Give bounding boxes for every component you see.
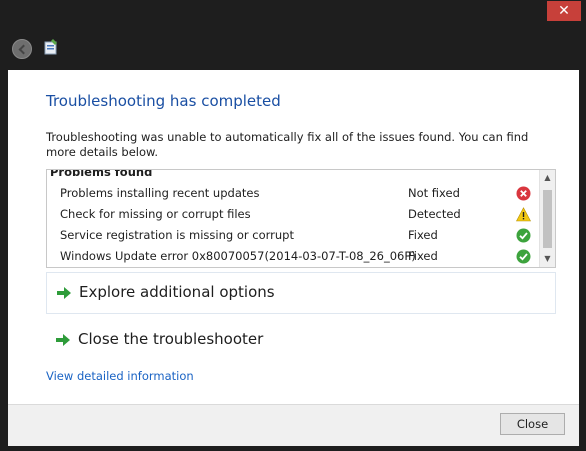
problem-status: Detected (408, 207, 461, 221)
error-icon (516, 186, 531, 201)
green-arrow-icon (56, 334, 70, 346)
problem-status: Fixed (408, 228, 438, 242)
close-troubleshooter-label: Close the troubleshooter (78, 330, 264, 348)
view-details-link[interactable]: View detailed information (46, 369, 194, 383)
scroll-thumb[interactable] (543, 190, 552, 248)
problem-status: Fixed (408, 249, 438, 263)
explore-options-link[interactable]: Explore additional options (46, 272, 556, 314)
footer-bar: Close (8, 404, 579, 446)
problems-title: Problems found (50, 169, 153, 179)
warning-icon (516, 207, 531, 222)
list-item: Check for missing or corrupt files Detec… (60, 204, 531, 225)
vertical-scrollbar[interactable]: ▲ ▼ (539, 170, 555, 267)
check-icon (516, 249, 531, 264)
problem-name: Problems installing recent updates (60, 186, 260, 200)
problem-name: Service registration is missing or corru… (60, 228, 294, 242)
scroll-up-icon[interactable]: ▲ (540, 170, 555, 186)
problem-name: Windows Update error 0x80070057(2014-03-… (60, 249, 416, 263)
problems-list: Problems found Problems installing recen… (46, 169, 556, 268)
title-bar: ✕ (0, 0, 586, 70)
list-item: Windows Update error 0x80070057(2014-03-… (60, 246, 531, 267)
page-title: Troubleshooting has completed (46, 92, 281, 110)
back-arrow-icon[interactable] (12, 39, 32, 59)
check-icon (516, 228, 531, 243)
close-button[interactable]: Close (500, 413, 565, 435)
green-arrow-icon (57, 287, 71, 299)
problem-status: Not fixed (408, 186, 460, 200)
list-item: Service registration is missing or corru… (60, 225, 531, 246)
description-text: Troubleshooting was unable to automatica… (46, 130, 529, 159)
explore-options-label: Explore additional options (79, 283, 275, 301)
window-close-button[interactable]: ✕ (547, 1, 581, 21)
problem-name: Check for missing or corrupt files (60, 207, 251, 221)
close-troubleshooter-link[interactable]: Close the troubleshooter (46, 320, 554, 360)
content-pane: Troubleshooting has completed Troublesho… (8, 70, 579, 404)
troubleshooter-icon (44, 39, 57, 55)
list-item: Problems installing recent updates Not f… (60, 183, 531, 204)
scroll-down-icon[interactable]: ▼ (540, 251, 555, 267)
